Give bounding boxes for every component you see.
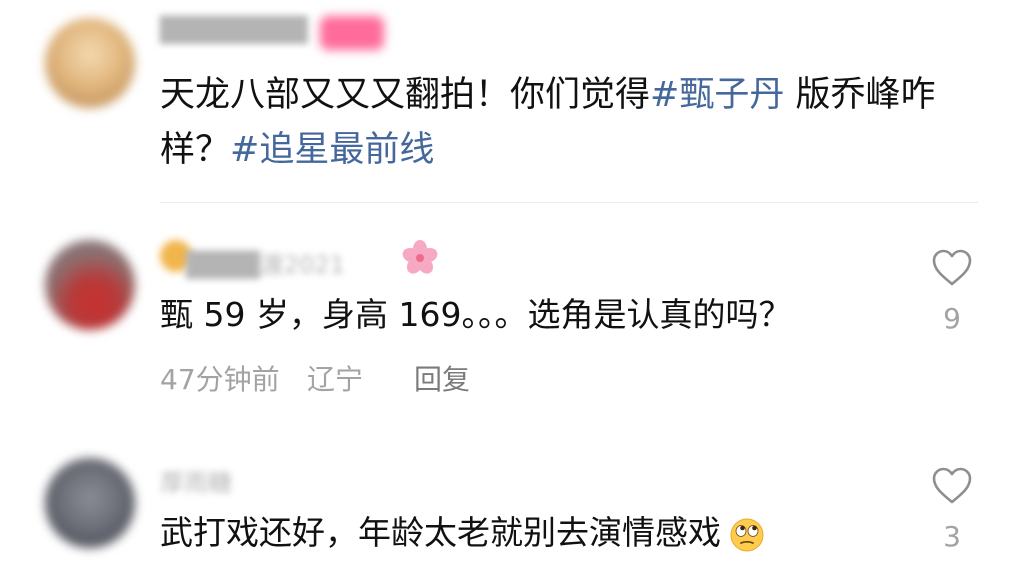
user-badge [320,16,384,50]
heart-outline-icon[interactable] [931,466,973,506]
comment-1-text: 甄 59 岁，身高 169。。。选角是认真的吗？ [160,295,792,334]
comment-2-like-count: 3 [943,520,961,553]
comment-1-avatar[interactable] [45,240,135,330]
divider [160,202,978,203]
heart-outline-icon[interactable] [931,248,973,288]
post-author-username[interactable]: ████████ [160,16,308,44]
hashtag-link-zhenzidan[interactable]: #甄子丹 [650,75,784,115]
post-text: 天龙八部又又又翻拍！你们觉得#甄子丹 版乔峰咋样？#追星最前线 [160,68,990,178]
comment-2-text: 武打戏还好，年龄太老就别去演情感戏 [160,513,765,553]
post-author-avatar[interactable] [45,18,135,108]
comment-2-avatar[interactable] [45,458,135,548]
comment-1-region: 辽宁 [307,363,364,396]
comment-2-username[interactable]: 厚雨糖 [160,463,232,498]
cherry-blossom-icon [402,240,438,274]
comment-1-like-count: 9 [943,302,961,335]
reply-button[interactable]: 回复 [414,362,470,398]
comment-2-text-body: 武打戏还好，年龄太老就别去演情感戏 [160,513,721,552]
eye-roll-emoji-icon [730,518,764,551]
post-text-before: 天龙八部又又又翻拍！你们觉得 [160,75,651,115]
comment-1-time: 47分钟前 [160,363,280,396]
comment-1-username[interactable]: ████渡2021 [186,245,345,280]
hashtag-link-zhuixing[interactable]: #追星最前线 [230,130,434,170]
